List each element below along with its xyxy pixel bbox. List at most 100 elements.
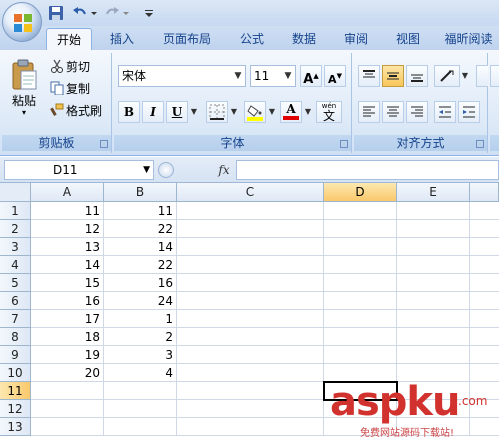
- row-header-2[interactable]: 2: [0, 220, 31, 238]
- cell-c10[interactable]: [177, 364, 324, 382]
- cell-b12[interactable]: [104, 400, 177, 418]
- insert-function-button[interactable]: fx: [214, 161, 234, 179]
- bottom-align-button[interactable]: [406, 65, 428, 87]
- cell-d8[interactable]: [324, 328, 397, 346]
- row-header-12[interactable]: 12: [0, 400, 31, 418]
- row-header-10[interactable]: 10: [0, 364, 31, 382]
- cell-c5[interactable]: [177, 274, 324, 292]
- borders-dropdown-icon[interactable]: ▼: [229, 101, 239, 123]
- tab-insert[interactable]: 插入: [100, 28, 144, 50]
- middle-align-button[interactable]: [382, 65, 404, 87]
- row-header-8[interactable]: 8: [0, 328, 31, 346]
- cell-c6[interactable]: [177, 292, 324, 310]
- increase-indent-button[interactable]: [458, 101, 480, 123]
- cell-e8[interactable]: [397, 328, 470, 346]
- tab-page-layout[interactable]: 页面布局: [150, 28, 224, 50]
- cell-overflow-2[interactable]: [470, 220, 499, 238]
- row-header-4[interactable]: 4: [0, 256, 31, 274]
- column-header-d[interactable]: D: [324, 183, 397, 202]
- undo-icon[interactable]: [72, 5, 88, 21]
- cell-a13[interactable]: [31, 418, 104, 436]
- cell-a5[interactable]: 15: [31, 274, 104, 292]
- cell-e6[interactable]: [397, 292, 470, 310]
- cell-c2[interactable]: [177, 220, 324, 238]
- align-right-button[interactable]: [406, 101, 428, 123]
- cell-overflow-1[interactable]: [470, 202, 499, 220]
- cell-b5[interactable]: 16: [104, 274, 177, 292]
- cell-e5[interactable]: [397, 274, 470, 292]
- tab-data[interactable]: 数据: [282, 28, 326, 50]
- borders-button[interactable]: [206, 101, 228, 123]
- name-box-dropdown-icon[interactable]: ▼: [143, 161, 150, 179]
- cell-c12[interactable]: [177, 400, 324, 418]
- cell-b9[interactable]: 3: [104, 346, 177, 364]
- font-name-dropdown-icon[interactable]: ▼: [233, 66, 243, 86]
- cell-d7[interactable]: [324, 310, 397, 328]
- cell-a7[interactable]: 17: [31, 310, 104, 328]
- office-button[interactable]: [2, 2, 42, 42]
- clipboard-dialog-launcher-icon[interactable]: [100, 140, 108, 148]
- number-format-button[interactable]: [490, 65, 499, 87]
- row-header-1[interactable]: 1: [0, 202, 31, 220]
- cell-c4[interactable]: [177, 256, 324, 274]
- cell-d1[interactable]: [324, 202, 397, 220]
- orientation-dropdown-icon[interactable]: ▼: [460, 65, 470, 87]
- top-align-button[interactable]: [358, 65, 380, 87]
- bold-button[interactable]: B: [118, 101, 140, 123]
- redo-icon[interactable]: [104, 5, 120, 21]
- cell-a9[interactable]: 19: [31, 346, 104, 364]
- row-header-11[interactable]: 11: [0, 382, 31, 400]
- underline-button[interactable]: U: [166, 101, 188, 123]
- fill-color-button[interactable]: [244, 101, 266, 123]
- grow-font-button[interactable]: A▲: [300, 65, 322, 87]
- tab-review[interactable]: 审阅: [334, 28, 378, 50]
- column-header-overflow[interactable]: [470, 183, 499, 202]
- cell-d2[interactable]: [324, 220, 397, 238]
- column-header-c[interactable]: C: [177, 183, 324, 202]
- cell-c7[interactable]: [177, 310, 324, 328]
- cell-c3[interactable]: [177, 238, 324, 256]
- cell-e1[interactable]: [397, 202, 470, 220]
- cell-a3[interactable]: 13: [31, 238, 104, 256]
- cell-b2[interactable]: 22: [104, 220, 177, 238]
- row-header-9[interactable]: 9: [0, 346, 31, 364]
- cell-e2[interactable]: [397, 220, 470, 238]
- shrink-font-button[interactable]: A▼: [324, 65, 346, 87]
- column-header-a[interactable]: A: [31, 183, 104, 202]
- font-size-combo[interactable]: 11 ▼: [250, 65, 296, 87]
- cell-b8[interactable]: 2: [104, 328, 177, 346]
- cell-b3[interactable]: 14: [104, 238, 177, 256]
- cell-e9[interactable]: [397, 346, 470, 364]
- cell-b6[interactable]: 24: [104, 292, 177, 310]
- cell-c13[interactable]: [177, 418, 324, 436]
- tab-home[interactable]: 开始: [46, 28, 92, 50]
- formula-input[interactable]: [236, 160, 499, 180]
- cell-d5[interactable]: [324, 274, 397, 292]
- cell-b11[interactable]: [104, 382, 177, 400]
- cell-overflow-4[interactable]: [470, 256, 499, 274]
- cell-a1[interactable]: 11: [31, 202, 104, 220]
- cell-c8[interactable]: [177, 328, 324, 346]
- cell-d6[interactable]: [324, 292, 397, 310]
- cell-b13[interactable]: [104, 418, 177, 436]
- underline-dropdown-icon[interactable]: ▼: [189, 101, 199, 123]
- font-name-combo[interactable]: 宋体 ▼: [118, 65, 246, 87]
- font-size-dropdown-icon[interactable]: ▼: [283, 66, 293, 86]
- cell-d9[interactable]: [324, 346, 397, 364]
- row-header-3[interactable]: 3: [0, 238, 31, 256]
- cell-overflow-7[interactable]: [470, 310, 499, 328]
- cell-e4[interactable]: [397, 256, 470, 274]
- wrap-text-button[interactable]: [476, 65, 488, 87]
- font-color-button[interactable]: A: [280, 101, 302, 123]
- align-center-button[interactable]: [382, 101, 404, 123]
- tab-view[interactable]: 视图: [386, 28, 430, 50]
- tab-foxit-reader[interactable]: 福昕阅读: [438, 28, 499, 50]
- redo-dropdown-icon[interactable]: [122, 5, 130, 21]
- cell-c1[interactable]: [177, 202, 324, 220]
- cell-a2[interactable]: 12: [31, 220, 104, 238]
- decrease-indent-button[interactable]: [434, 101, 456, 123]
- row-header-6[interactable]: 6: [0, 292, 31, 310]
- undo-dropdown-icon[interactable]: [90, 5, 98, 21]
- format-painter-button[interactable]: 格式刷: [50, 101, 102, 121]
- save-icon[interactable]: [48, 5, 64, 21]
